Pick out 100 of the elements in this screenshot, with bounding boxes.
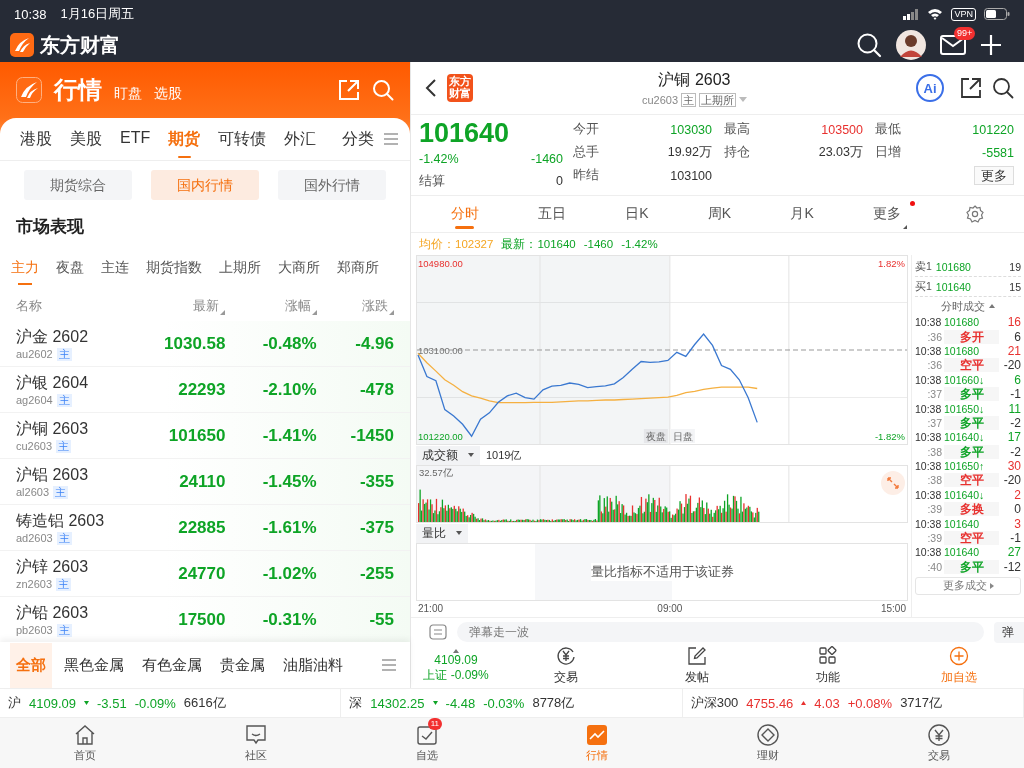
exchange-tab[interactable]: 主连 [101, 253, 129, 283]
period-tab[interactable]: 五日 [537, 199, 566, 229]
comment-icon[interactable] [429, 624, 447, 640]
stat-label: 今开 [573, 121, 600, 138]
comment-input[interactable]: 弹幕走一波 [457, 622, 984, 642]
category-tab[interactable]: 贵金属 [214, 642, 271, 688]
more-trades-button[interactable]: 更多成交 [915, 577, 1021, 596]
exchange-tab[interactable]: 郑商所 [337, 253, 379, 283]
tab-bar-item[interactable]: 交易 [853, 718, 1024, 768]
contract-code: au2602 [16, 348, 53, 360]
share-icon[interactable] [960, 77, 982, 99]
search-icon[interactable] [992, 77, 1014, 99]
segment-button[interactable]: 期货综合 [24, 170, 132, 200]
avatar-icon[interactable] [896, 30, 926, 60]
column-header[interactable]: 最新 [193, 297, 226, 315]
average-price-value: ：102327 [443, 236, 494, 252]
axis-label: 15:00 [880, 603, 906, 614]
exchange-tab[interactable]: 上期所 [219, 253, 261, 283]
trade-time: 10:38 [915, 402, 943, 415]
last-price: 24110 [178, 471, 226, 492]
exchange-tab[interactable]: 期货指数 [146, 253, 202, 283]
segment-button[interactable]: 国外行情 [278, 170, 386, 200]
order-price: 101680 [935, 260, 971, 273]
index-value: 4109.09 [29, 695, 76, 711]
tab-bar-item[interactable]: 11 自选 [341, 718, 512, 768]
main-contract-badge: 主 [53, 485, 69, 499]
stat-value: 23.03万 [817, 144, 863, 161]
last-price: 17500 [177, 609, 226, 630]
quote-row[interactable]: 沪锌 2603 zn2603 主 24770 -1.02% -255 [0, 551, 410, 597]
period-tab[interactable]: 周K [707, 199, 732, 229]
exchange-tab[interactable]: 夜盘 [56, 253, 84, 283]
category-tab[interactable]: 油脂油料 [277, 642, 349, 688]
change-percent: -1.45% [261, 471, 317, 492]
quote-row[interactable]: 沪金 2602 au2602 主 1030.58 -0.48% -4.96 [0, 321, 410, 367]
wifi-icon [927, 8, 944, 20]
market-tab[interactable]: ETF [120, 120, 151, 158]
collapse-icon[interactable] [989, 304, 995, 308]
quote-row[interactable]: 沪银 2604 ag2604 主 22293 -2.10% -478 [0, 367, 410, 413]
category-tab[interactable]: 黑色金属 [58, 642, 130, 688]
stat-label: 最低 [875, 121, 902, 138]
trade-time: 10:38 [915, 316, 943, 329]
period-tab[interactable]: 日K [625, 199, 649, 229]
stat-value: -5581 [981, 145, 1014, 160]
trade-price: 101640↓ [944, 431, 986, 444]
stat-value: 103100 [669, 168, 712, 183]
ai-button[interactable]: Ai [916, 74, 944, 102]
main-contract-badge: 主 [56, 347, 72, 361]
change-percent: -0.31% [261, 609, 317, 630]
app-logo-icon [16, 77, 42, 103]
empty-message: 量比指标不适用于该证券 [590, 563, 734, 581]
exchange-tab[interactable]: 大商所 [278, 253, 320, 283]
plus-icon[interactable] [980, 34, 1002, 56]
contract-name: 沪铝 2603 [16, 464, 90, 485]
toolbar-action[interactable]: 发帖 [631, 646, 763, 686]
column-header[interactable]: 涨幅 [284, 297, 317, 315]
quote-row[interactable]: 沪铜 2603 cu2603 主 101650 -1.41% -1450 [0, 413, 410, 459]
toolbar-action[interactable]: 功能 [762, 646, 894, 686]
search-icon[interactable] [856, 32, 882, 58]
quote-row[interactable]: 沪铝 2603 al2603 主 24110 -1.45% -355 [0, 459, 410, 505]
expand-up-icon[interactable] [453, 649, 459, 653]
category-tab[interactable]: 有色金属 [136, 642, 208, 688]
back-icon[interactable] [425, 78, 437, 98]
order-level-label: 卖1 [915, 259, 932, 274]
tab-bar-item[interactable]: 社区 [170, 718, 342, 768]
column-header[interactable]: 名称 [16, 297, 42, 315]
indicator-dropdown[interactable]: 量比 [416, 523, 468, 543]
trade-price: 101640↓ [944, 488, 986, 501]
more-button[interactable]: 更多 [974, 165, 1014, 185]
market-tab[interactable]: 美股 [70, 120, 102, 158]
market-tab[interactable]: 港股 [20, 120, 52, 158]
contract-name: 沪金 2602 [16, 326, 90, 347]
section-title: 市场表现 [15, 216, 85, 238]
period-tab[interactable]: 月K [790, 199, 814, 229]
last-price: 24770 [177, 563, 226, 584]
period-tab[interactable]: 更多 [873, 199, 902, 229]
contract-code: pb2603 [16, 624, 53, 636]
column-header[interactable]: 涨跌 [362, 297, 394, 315]
trade-volume: 2 [1013, 487, 1021, 502]
order-level-label: 买1 [915, 279, 932, 294]
indicator-dropdown[interactable]: 成交额 [416, 445, 480, 465]
expand-icon[interactable] [881, 471, 905, 495]
axis-label: 21:00 [418, 603, 444, 614]
market-tab[interactable]: 可转债 [218, 120, 267, 158]
session-label: 夜盘 [643, 429, 668, 443]
change-value: -1460 [583, 238, 614, 250]
market-tab[interactable]: 外汇 [284, 120, 317, 158]
tab-bar-item[interactable]: 理财 [682, 718, 854, 768]
signal-icon [903, 8, 920, 20]
settings-icon[interactable] [966, 205, 985, 223]
contract-title: 沪铜 2603 [658, 69, 731, 90]
category-tab[interactable]: 分类 [342, 120, 374, 158]
pencil-icon [687, 646, 708, 666]
send-comment-button[interactable]: 弹 [994, 621, 1024, 643]
toolbar-action[interactable]: 交易 [501, 646, 632, 686]
trade-volume: 30 [1006, 459, 1021, 474]
mail-icon[interactable] [940, 35, 966, 55]
trade-time: 10:38 [915, 431, 943, 444]
tab-bar-item[interactable]: 首页 [0, 718, 171, 768]
contract-name: 沪银 2604 [16, 372, 90, 393]
quote-row[interactable]: 铸造铝 2603 ad2603 主 22885 -1.61% -375 [0, 505, 410, 551]
